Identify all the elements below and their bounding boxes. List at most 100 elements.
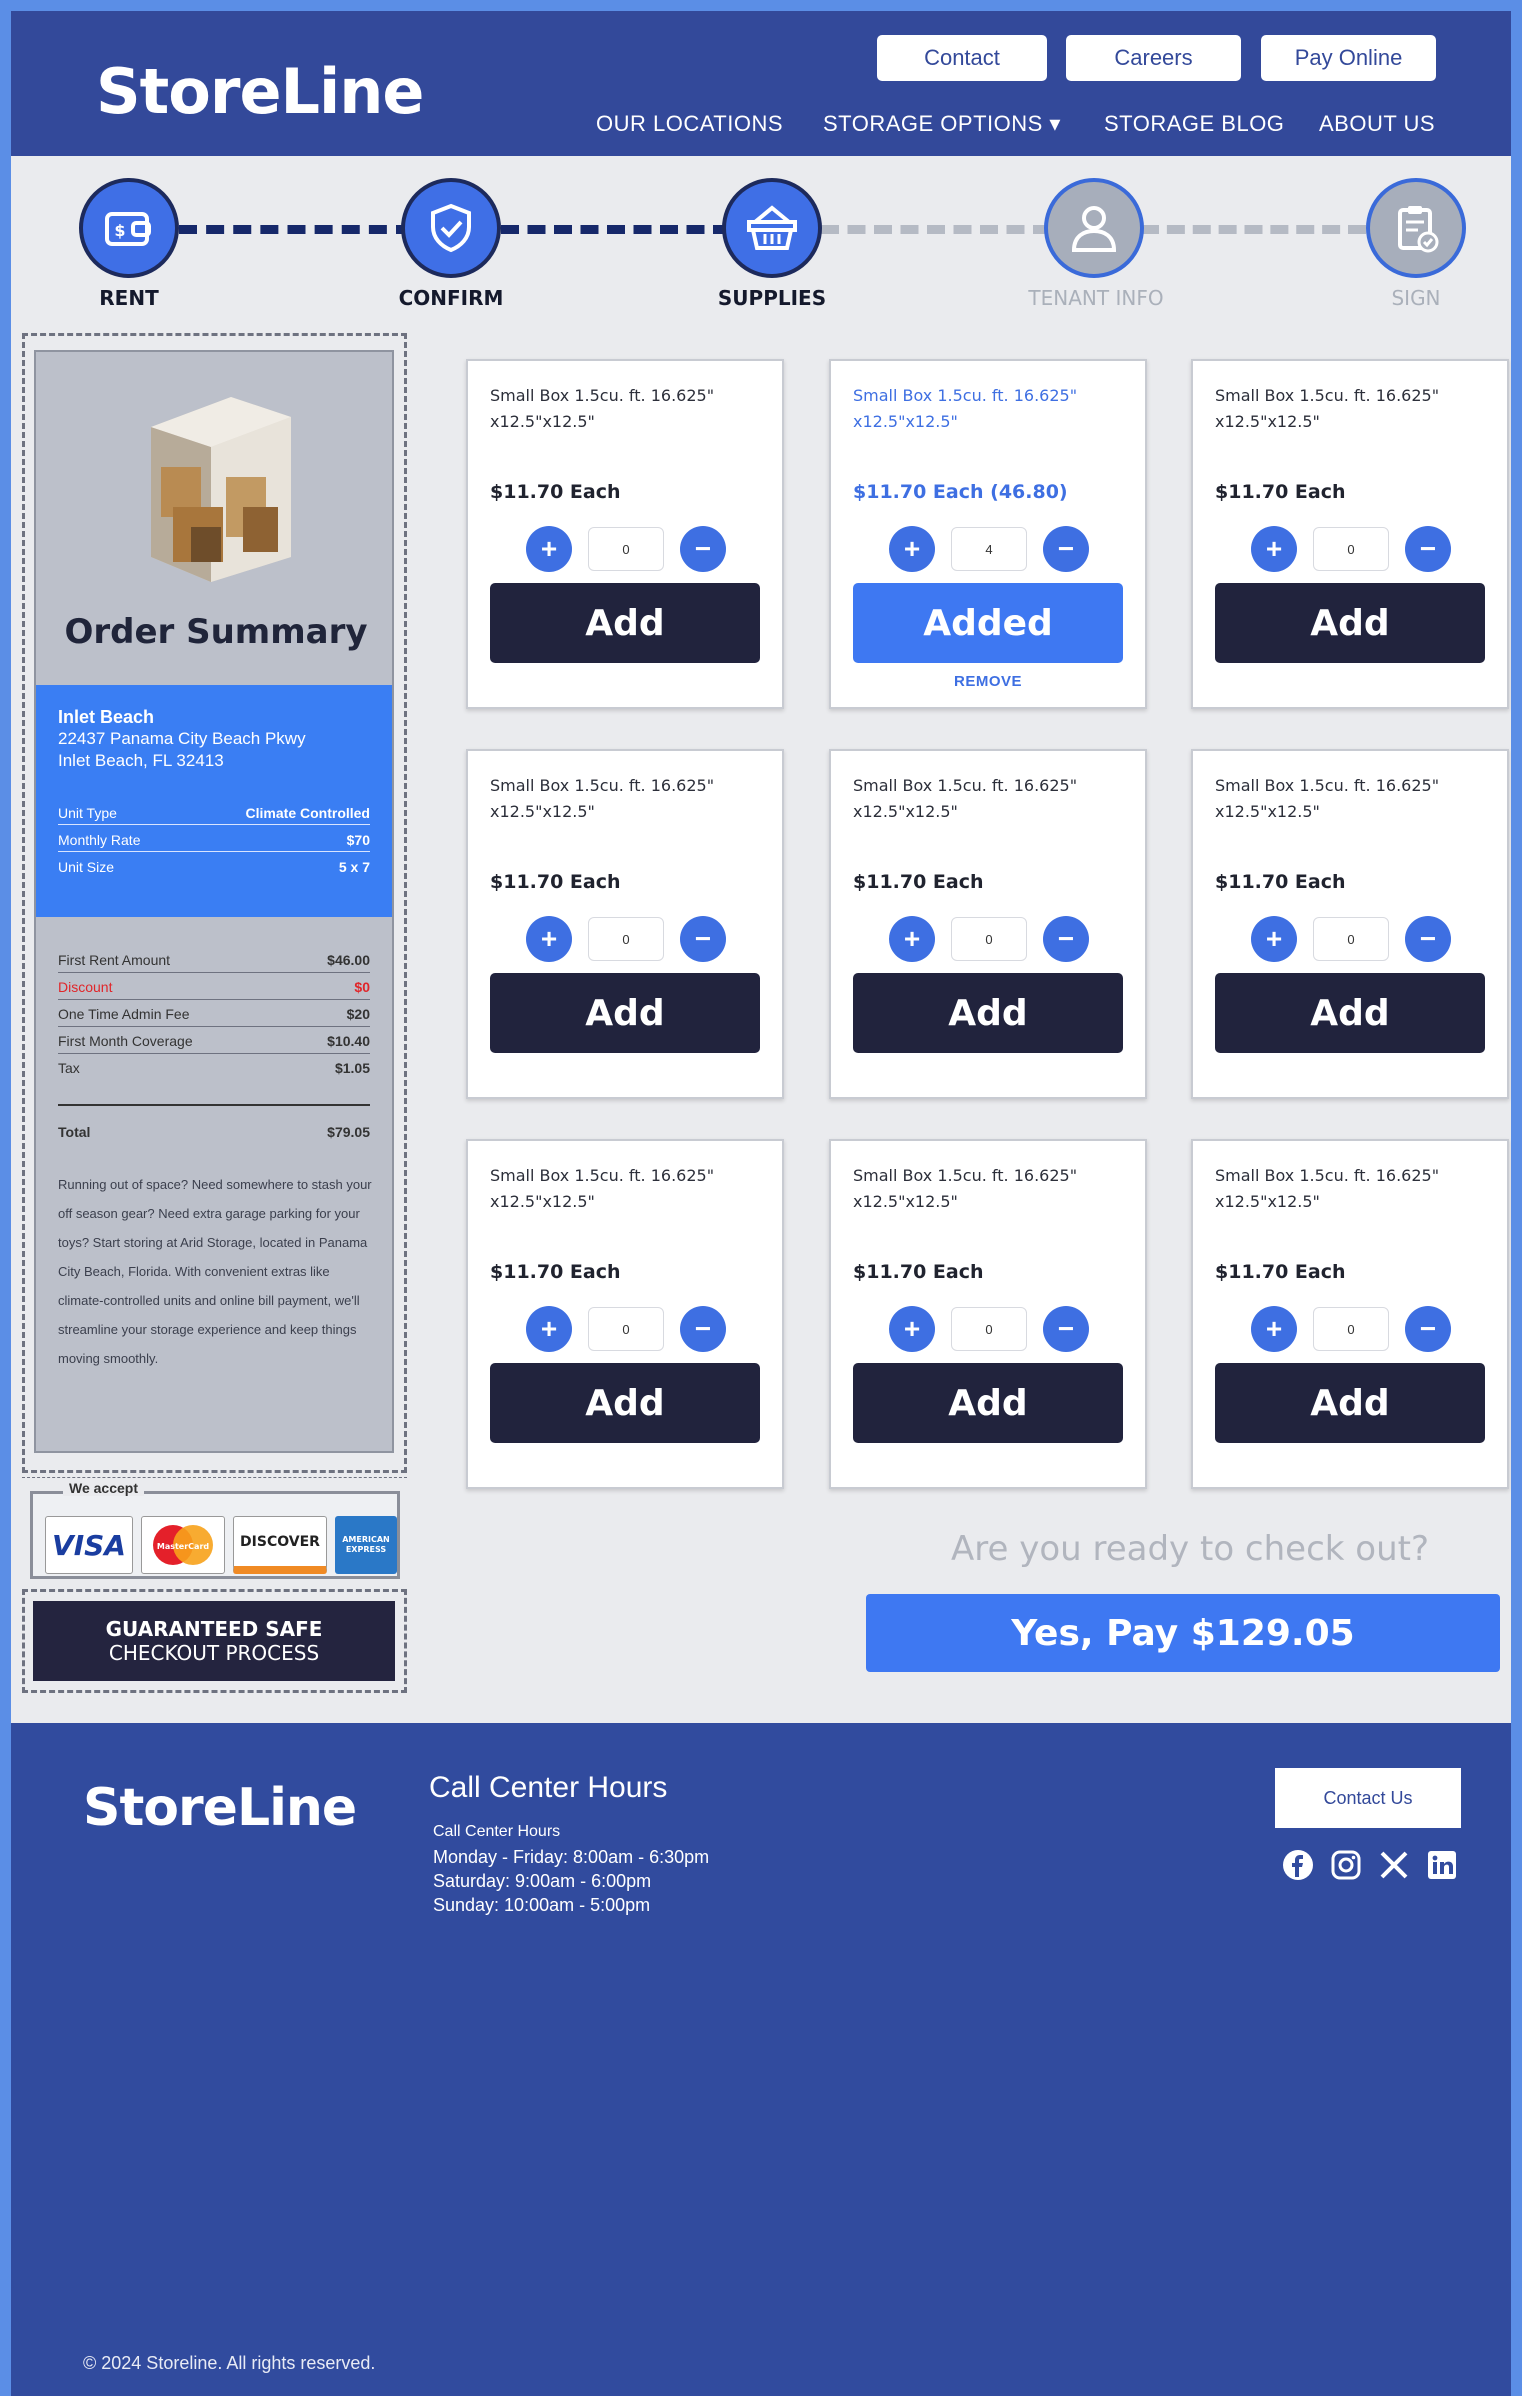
location-address-line2: Inlet Beach, FL 32413 xyxy=(58,751,224,770)
step-rent[interactable]: $ xyxy=(79,178,179,278)
decrease-quantity-button[interactable]: − xyxy=(1043,1306,1089,1352)
instagram-icon[interactable] xyxy=(1329,1848,1363,1882)
divider xyxy=(22,1477,407,1478)
discount-label: Discount xyxy=(58,979,113,995)
page: StoreLine Contact Careers Pay Online OUR… xyxy=(11,11,1511,2396)
step-label-confirm: CONFIRM xyxy=(398,286,504,310)
product-price: $11.70 Each xyxy=(490,1261,621,1283)
add-to-order-button[interactable]: Add xyxy=(853,1363,1123,1443)
step-sign[interactable] xyxy=(1366,178,1466,278)
product-price: $11.70 Each xyxy=(1215,1261,1346,1283)
admin-fee-value: $20 xyxy=(346,1006,370,1022)
increase-quantity-button[interactable]: + xyxy=(889,526,935,572)
decrease-quantity-button[interactable]: − xyxy=(680,916,726,962)
decrease-quantity-button[interactable]: − xyxy=(1043,916,1089,962)
total-value: $79.05 xyxy=(327,1124,370,1140)
decrease-quantity-button[interactable]: − xyxy=(1405,916,1451,962)
quantity-input[interactable] xyxy=(1313,917,1389,961)
increase-quantity-button[interactable]: + xyxy=(526,916,572,962)
step-connector xyxy=(821,225,1051,234)
tax-label: Tax xyxy=(58,1060,80,1076)
guaranteed-safe-checkout-badge: GUARANTEED SAFE CHECKOUT PROCESS xyxy=(33,1601,395,1681)
product-name: Small Box 1.5cu. ft. 16.625" x12.5"x12.5… xyxy=(853,776,1078,821)
product-name: Small Box 1.5cu. ft. 16.625" x12.5"x12.5… xyxy=(490,776,715,821)
nav-storage-options[interactable]: STORAGE OPTIONS ▾ xyxy=(823,111,1061,137)
location-details: Inlet Beach 22437 Panama City Beach Pkwy… xyxy=(36,685,392,917)
hours-line: Sunday: 10:00am - 5:00pm xyxy=(433,1895,651,1915)
quantity-input[interactable] xyxy=(951,527,1027,571)
increase-quantity-button[interactable]: + xyxy=(889,1306,935,1352)
coverage-row: First Month Coverage $10.40 xyxy=(58,1033,370,1049)
product-price: $11.70 Each xyxy=(1215,871,1346,893)
product-price: $11.70 Each xyxy=(490,481,621,503)
nav-our-locations[interactable]: OUR LOCATIONS xyxy=(596,111,783,137)
increase-quantity-button[interactable]: + xyxy=(1251,1306,1297,1352)
increase-quantity-button[interactable]: + xyxy=(526,526,572,572)
discover-label: DISCOVER xyxy=(240,1533,320,1550)
add-to-order-button[interactable]: Add xyxy=(490,1363,760,1443)
product-name: Small Box 1.5cu. ft. 16.625" x12.5"x12.5… xyxy=(1215,1166,1440,1211)
add-to-order-button[interactable]: Add xyxy=(1215,583,1485,663)
monthly-rate-row: Monthly Rate $70 xyxy=(58,832,370,848)
product-name: Small Box 1.5cu. ft. 16.625" x12.5"x12.5… xyxy=(853,386,1078,431)
increase-quantity-button[interactable]: + xyxy=(1251,526,1297,572)
quantity-input[interactable] xyxy=(951,1307,1027,1351)
decrease-quantity-button[interactable]: − xyxy=(1405,526,1451,572)
first-rent-label: First Rent Amount xyxy=(58,952,171,968)
location-name: Inlet Beach xyxy=(58,707,155,727)
product-name: Small Box 1.5cu. ft. 16.625" x12.5"x12.5… xyxy=(1215,386,1440,431)
increase-quantity-button[interactable]: + xyxy=(1251,916,1297,962)
contact-us-button[interactable]: Contact Us xyxy=(1275,1768,1461,1828)
facebook-icon[interactable] xyxy=(1281,1848,1315,1882)
step-confirm[interactable] xyxy=(401,178,501,278)
product-card: Small Box 1.5cu. ft. 16.625" x12.5"x12.5… xyxy=(1191,359,1509,709)
footer-logo[interactable]: StoreLine xyxy=(83,1778,357,1838)
quantity-input[interactable] xyxy=(1313,1307,1389,1351)
decrease-quantity-button[interactable]: − xyxy=(1405,1306,1451,1352)
pay-online-button[interactable]: Pay Online xyxy=(1261,35,1436,81)
add-to-order-button[interactable]: Add xyxy=(1215,1363,1485,1443)
step-tenant-info[interactable] xyxy=(1044,178,1144,278)
quantity-input[interactable] xyxy=(951,917,1027,961)
product-name: Small Box 1.5cu. ft. 16.625" x12.5"x12.5… xyxy=(490,1166,715,1211)
x-icon[interactable] xyxy=(1377,1848,1411,1882)
remove-link[interactable]: REMOVE xyxy=(831,673,1145,690)
increase-quantity-button[interactable]: + xyxy=(526,1306,572,1352)
added-button[interactable]: Added xyxy=(853,583,1123,663)
quantity-input[interactable] xyxy=(1313,527,1389,571)
admin-fee-row: One Time Admin Fee $20 xyxy=(58,1006,370,1022)
decrease-quantity-button[interactable]: − xyxy=(680,526,726,572)
increase-quantity-button[interactable]: + xyxy=(889,916,935,962)
decrease-quantity-button[interactable]: − xyxy=(1043,526,1089,572)
pay-now-button[interactable]: Yes, Pay $129.05 xyxy=(866,1594,1500,1672)
mastercard-icon: MasterCard xyxy=(141,1516,225,1574)
site-footer: StoreLine Call Center Hours Call Center … xyxy=(11,1723,1511,2396)
careers-button[interactable]: Careers xyxy=(1066,35,1241,81)
decrease-quantity-button[interactable]: − xyxy=(680,1306,726,1352)
first-rent-value: $46.00 xyxy=(327,952,370,968)
quantity-input[interactable] xyxy=(588,527,664,571)
svg-text:$: $ xyxy=(114,221,125,240)
location-address-line1: 22437 Panama City Beach Pkwy xyxy=(58,729,306,748)
discount-row: Discount $0 xyxy=(58,979,370,995)
add-to-order-button[interactable]: Add xyxy=(853,973,1123,1053)
total-row: Total $79.05 xyxy=(58,1124,370,1140)
visa-label: VISA xyxy=(52,1528,126,1562)
brand-logo[interactable]: StoreLine xyxy=(96,55,424,128)
product-price: $11.70 Each xyxy=(853,1261,984,1283)
visa-icon: VISA xyxy=(45,1516,133,1574)
nav-storage-blog[interactable]: STORAGE BLOG xyxy=(1104,111,1284,137)
amex-label: AMERICAN EXPRESS xyxy=(342,1535,390,1554)
nav-about-us[interactable]: ABOUT US xyxy=(1319,111,1435,137)
linkedin-icon[interactable] xyxy=(1425,1848,1459,1882)
quantity-input[interactable] xyxy=(588,1307,664,1351)
unit-type-row: Unit Type Climate Controlled xyxy=(58,805,370,821)
step-supplies[interactable] xyxy=(722,178,822,278)
add-to-order-button[interactable]: Add xyxy=(490,583,760,663)
contact-button[interactable]: Contact xyxy=(877,35,1047,81)
add-to-order-button[interactable]: Add xyxy=(1215,973,1485,1053)
step-connector xyxy=(179,225,414,234)
add-to-order-button[interactable]: Add xyxy=(490,973,760,1053)
quantity-input[interactable] xyxy=(588,917,664,961)
divider xyxy=(58,972,370,973)
